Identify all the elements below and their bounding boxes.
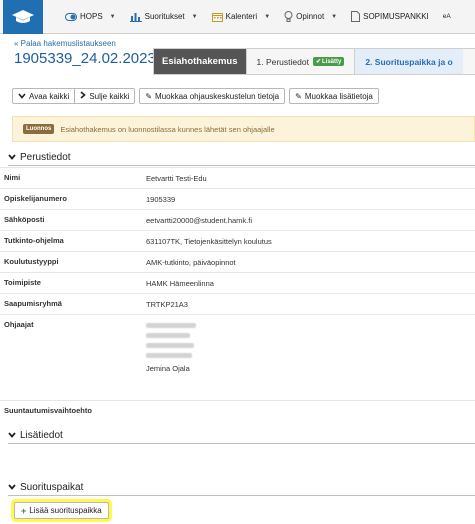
nav-item-hops[interactable]: HOPS ▼: [65, 12, 116, 21]
caret-down-icon: ▼: [191, 13, 198, 20]
nav-item-opinnot[interactable]: Opinnot ▼: [284, 11, 337, 22]
nav-item-suoritukset[interactable]: Suoritukset ▼: [129, 12, 198, 22]
field-value: HAMK Hämeenlinna: [146, 279, 214, 288]
table-row: Opiskelijanumero 1905339: [0, 188, 475, 209]
redacted-name: [146, 343, 194, 348]
bar-chart-icon: [129, 12, 142, 22]
redacted-name: [146, 353, 192, 358]
page-title: 1905339_24.02.2023_1: [14, 50, 173, 67]
table-row: Nimi Eetvartti Testi-Edu: [0, 167, 475, 188]
expand-all-label: Avaa kaikki: [29, 91, 70, 101]
section-header-lisatiedot[interactable]: Lisätiedot: [8, 428, 475, 444]
status-badge-label: Lisätty: [321, 58, 342, 65]
section-title: Lisätiedot: [20, 430, 63, 441]
nav-item-label: Kalenteri: [225, 12, 258, 21]
pencil-icon: ✎: [295, 91, 302, 101]
check-circle-icon: ✔: [315, 59, 321, 65]
field-value: 1905339: [146, 195, 176, 204]
field-value: AMK-tutkinto, päiväopinnot: [146, 258, 236, 267]
tab-perustiedot[interactable]: 1. Perustiedot ✔ Lisätty: [245, 49, 355, 74]
supervisor-name: Jemina Ojala: [146, 364, 190, 373]
add-place-button[interactable]: + Lisää suorituspaikka: [14, 502, 109, 519]
field-label: Nimi: [4, 173, 21, 182]
expand-collapse-group: Avaa kaikki Sulje kaikki: [12, 88, 136, 106]
field-label: Koulutustyyppi: [4, 257, 59, 266]
field-label: Sähköposti: [4, 215, 45, 224]
field-label: Ohjaajat: [4, 320, 34, 329]
section-header-perustiedot[interactable]: Perustiedot: [8, 150, 475, 166]
section-title: Perustiedot: [20, 152, 71, 163]
document-icon: [351, 11, 361, 22]
table-row: Ohjaajat Jemina Ojala: [0, 314, 475, 400]
back-link[interactable]: « Palaa hakemuslistaukseen: [14, 39, 116, 48]
status-badge: ✔ Lisätty: [312, 57, 345, 66]
edit-guidance-label: Muokkaa ohjauskeskustelun tietoja: [155, 91, 280, 101]
edit-guidance-button[interactable]: ✎ Muokkaa ohjauskeskustelun tietoja: [139, 88, 286, 104]
caret-down-icon: ▼: [331, 13, 338, 20]
section-header-suorituspaikat[interactable]: Suorituspaikat: [8, 480, 475, 496]
table-row: Saapumisryhmä TRTKP21A3: [0, 293, 475, 314]
field-value: TRTKP21A3: [146, 300, 188, 309]
nav-item-kalenteri[interactable]: Kalenteri ▼: [211, 12, 271, 22]
collapse-all-label: Sulje kaikki: [89, 91, 130, 101]
table-row: Koulutustyyppi AMK-tutkinto, päiväopinno…: [0, 251, 475, 272]
redacted-name: [146, 323, 196, 328]
edit-extra-info-button[interactable]: ✎ Muokkaa lisätietoja: [289, 88, 379, 104]
calendar-icon: [211, 12, 223, 22]
field-value: 631107TK, Tietojenkäsittelyn koulutus: [146, 237, 272, 246]
tab-esiahothakemus[interactable]: Esiahothakemus: [154, 49, 246, 74]
tab-label: 1. Perustiedot: [256, 56, 309, 67]
chevron-right-icon: [80, 91, 87, 101]
chevron-down-icon: [8, 430, 16, 441]
table-row: Toimipiste HAMK Hämeenlinna: [0, 272, 475, 293]
table-row: Sähköposti eetvartti20000@student.hamk.f…: [0, 209, 475, 230]
draft-badge: Luonnos: [23, 124, 55, 134]
wizard-tabs: Esiahothakemus 1. Perustiedot ✔ Lisätty …: [153, 48, 475, 75]
draft-notice-text: Esiahothakemus on luonnostilassa kunnes …: [60, 124, 275, 134]
table-row: Suuntautumisvaihtoehto: [0, 400, 475, 430]
field-label: Toimipiste: [4, 278, 41, 287]
collapse-all-button[interactable]: Sulje kaikki: [75, 88, 136, 104]
caret-down-icon: ▼: [109, 13, 116, 20]
nav-item-sopimuspankki[interactable]: SOPIMUSPANKKI: [351, 11, 429, 22]
lightbulb-icon: [284, 11, 293, 22]
section-title: Suorituspaikat: [20, 482, 84, 493]
field-label: Opiskelijanumero: [4, 194, 67, 203]
field-value: eetvartti20000@student.hamk.fi: [146, 216, 253, 225]
logo[interactable]: [3, 0, 43, 34]
top-navbar: HOPS ▼ Suoritukset ▼ Kalenteri ▼ Opinnot…: [0, 0, 475, 34]
graduation-cap-icon: [12, 9, 34, 23]
nav-item-partial[interactable]: eA: [443, 13, 451, 20]
field-label: Saapumisryhmä: [4, 299, 62, 308]
expand-all-button[interactable]: Avaa kaikki: [12, 88, 76, 104]
field-label: Tutkinto-ohjelma: [4, 236, 64, 245]
tab-suorituspaikka[interactable]: 2. Suorituspaikka ja o: [354, 49, 463, 74]
field-value: Eetvartti Testi-Edu: [146, 174, 207, 183]
redacted-name: [146, 333, 190, 338]
chevron-down-icon: [8, 152, 16, 163]
nav-item-label: eA: [442, 13, 451, 20]
pencil-icon: ✎: [145, 91, 153, 101]
table-row: Tutkinto-ohjelma 631107TK, Tietojenkäsit…: [0, 230, 475, 251]
add-place-label: Lisää suorituspaikka: [29, 506, 102, 515]
supervisor-list: Jemina Ojala: [146, 320, 196, 375]
toggle-icon: [65, 12, 77, 21]
field-label: Suuntautumisvaihtoehto: [4, 406, 92, 415]
toolbar: Avaa kaikki Sulje kaikki ✎ Muokkaa ohjau…: [12, 88, 379, 106]
basic-info-table: Nimi Eetvartti Testi-Edu Opiskelijanumer…: [0, 167, 475, 430]
nav-item-label: Opinnot: [296, 12, 325, 21]
nav-item-label: SOPIMUSPANKKI: [363, 12, 429, 21]
chevron-down-icon: [18, 92, 26, 101]
nav-item-label: HOPS: [80, 12, 103, 21]
edit-extra-label: Muokkaa lisätietoja: [304, 91, 373, 101]
plus-icon: +: [21, 505, 27, 516]
nav-item-label: Suoritukset: [144, 12, 185, 21]
caret-down-icon: ▼: [264, 13, 271, 20]
draft-notice: Luonnos Esiahothakemus on luonnostilassa…: [12, 116, 475, 142]
chevron-down-icon: [8, 482, 16, 493]
